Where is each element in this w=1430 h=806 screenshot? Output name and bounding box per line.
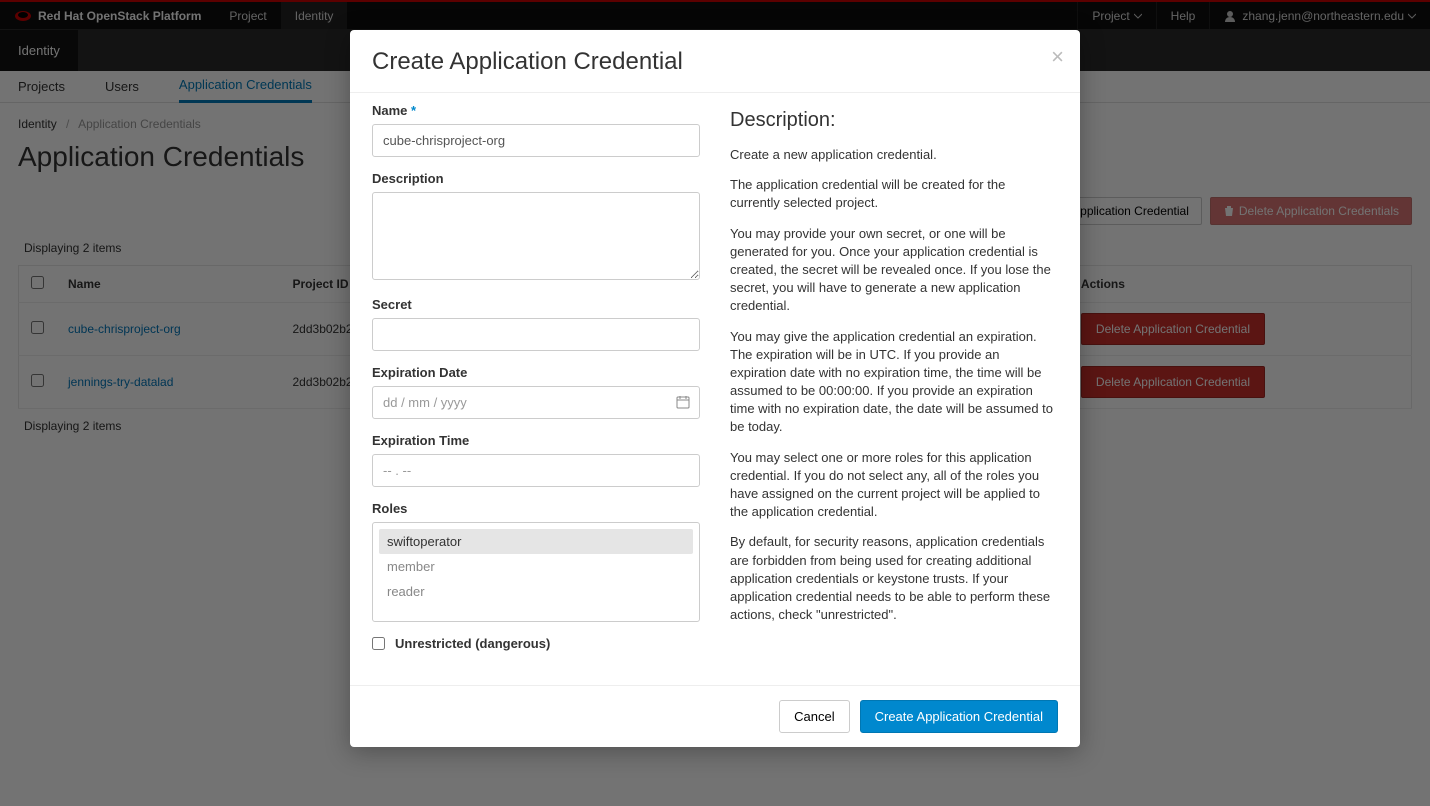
help-heading: Description: bbox=[730, 109, 1058, 132]
submit-button[interactable]: Create Application Credential bbox=[860, 700, 1058, 733]
expiration-time-label: Expiration Time bbox=[372, 433, 700, 448]
name-input[interactable] bbox=[372, 124, 700, 157]
help-text: Create a new application credential. bbox=[730, 146, 1058, 164]
roles-listbox[interactable]: swiftoperator member reader bbox=[372, 522, 700, 622]
expiration-date-input[interactable] bbox=[372, 386, 700, 419]
help-text: You may select one or more roles for thi… bbox=[730, 449, 1058, 522]
modal-overlay: Create Application Credential × Name * D… bbox=[0, 0, 1430, 806]
role-option[interactable]: member bbox=[379, 554, 693, 579]
roles-label: Roles bbox=[372, 501, 700, 516]
expiration-time-input[interactable] bbox=[372, 454, 700, 487]
cancel-button[interactable]: Cancel bbox=[779, 700, 849, 733]
unrestricted-checkbox[interactable] bbox=[372, 637, 385, 650]
expiration-date-label: Expiration Date bbox=[372, 365, 700, 380]
create-credential-modal: Create Application Credential × Name * D… bbox=[350, 30, 1080, 747]
secret-input[interactable] bbox=[372, 318, 700, 351]
description-label: Description bbox=[372, 171, 700, 186]
help-text: You may give the application credential … bbox=[730, 328, 1058, 437]
name-label: Name * bbox=[372, 103, 700, 118]
description-textarea[interactable] bbox=[372, 192, 700, 280]
help-text: By default, for security reasons, applic… bbox=[730, 533, 1058, 624]
close-icon[interactable]: × bbox=[1051, 44, 1064, 70]
secret-label: Secret bbox=[372, 297, 700, 312]
role-option[interactable]: reader bbox=[379, 579, 693, 604]
modal-title: Create Application Credential bbox=[372, 48, 1058, 76]
help-text: You may provide your own secret, or one … bbox=[730, 225, 1058, 316]
unrestricted-label: Unrestricted (dangerous) bbox=[395, 636, 550, 651]
role-option[interactable]: swiftoperator bbox=[379, 529, 693, 554]
help-text: The application credential will be creat… bbox=[730, 176, 1058, 212]
calendar-icon[interactable] bbox=[676, 395, 690, 412]
